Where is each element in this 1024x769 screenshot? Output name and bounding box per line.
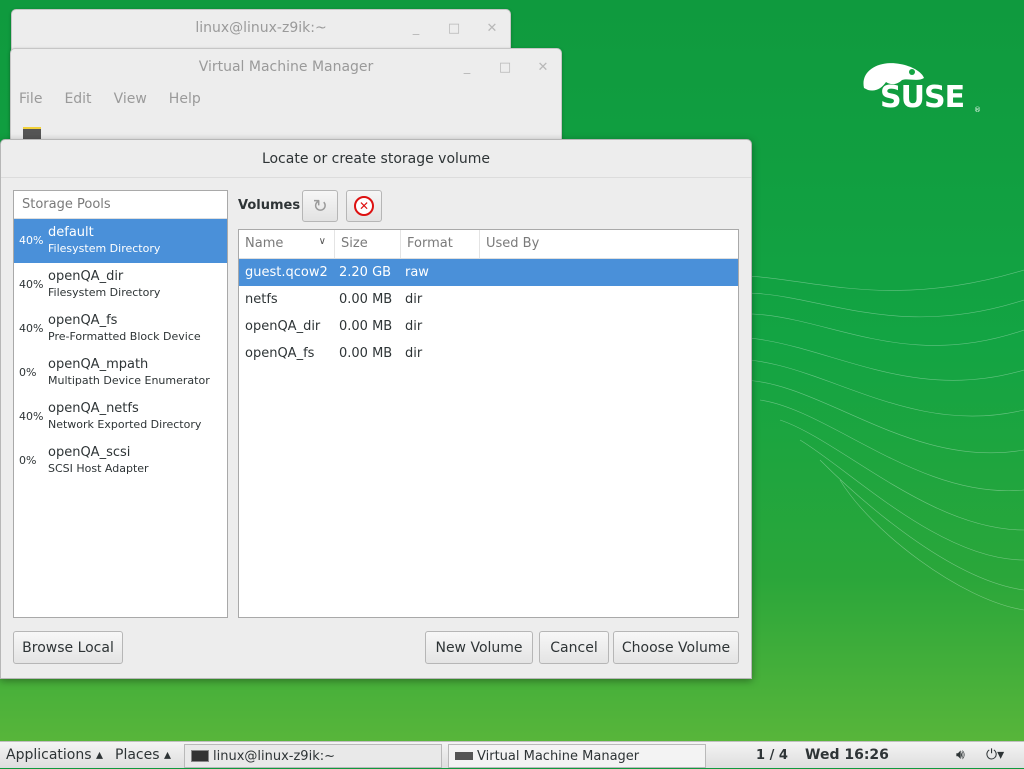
- table-row[interactable]: openQA_fs 0.00 MB dir: [239, 340, 738, 367]
- storage-pools-header: Storage Pools: [14, 191, 227, 219]
- suse-wordmark: SUSE: [880, 80, 965, 115]
- applications-menu[interactable]: Applications ▴: [6, 742, 103, 769]
- pool-type: Filesystem Directory: [48, 286, 161, 299]
- delete-icon: ✕: [354, 196, 374, 216]
- volume-format: dir: [405, 319, 423, 334]
- column-name-header[interactable]: Name ∨: [239, 230, 335, 258]
- browse-local-button[interactable]: Browse Local: [13, 631, 123, 664]
- pool-type: SCSI Host Adapter: [48, 462, 149, 475]
- column-size-label: Size: [341, 236, 368, 251]
- pool-usage: 40%: [19, 234, 44, 247]
- pool-item-default[interactable]: 40% default Filesystem Directory: [14, 219, 227, 263]
- volume-size: 2.20 GB: [339, 265, 392, 280]
- volume-name: netfs: [245, 292, 278, 307]
- volume-size: 0.00 MB: [339, 346, 393, 361]
- minimize-button[interactable]: _: [459, 60, 475, 75]
- task-label: Virtual Machine Manager: [477, 748, 640, 764]
- menu-help[interactable]: Help: [169, 91, 201, 107]
- column-size-header[interactable]: Size: [335, 230, 401, 258]
- close-button[interactable]: ✕: [535, 60, 551, 75]
- maximize-button[interactable]: □: [497, 60, 513, 75]
- volume-format: raw: [405, 265, 429, 280]
- pool-usage: 0%: [19, 366, 37, 379]
- terminal-title: linux@linux-z9ik:~: [195, 20, 327, 36]
- column-used-by-label: Used By: [486, 236, 540, 251]
- volume-name: openQA_fs: [245, 346, 315, 361]
- pool-name: openQA_scsi: [48, 445, 131, 460]
- volumes-table[interactable]: Name ∨ Size Format Used By guest.qcow2 2…: [238, 229, 739, 618]
- power-icon[interactable]: ⏻▾: [986, 742, 1004, 769]
- new-volume-button[interactable]: New Volume: [425, 631, 533, 664]
- dialog-titlebar[interactable]: Locate or create storage volume: [1, 140, 751, 178]
- clock[interactable]: Wed 16:26: [805, 742, 889, 769]
- storage-volume-dialog: Locate or create storage volume Storage …: [0, 139, 752, 679]
- maximize-button[interactable]: □: [446, 21, 462, 36]
- volume-name: guest.qcow2: [245, 265, 328, 280]
- vmm-window[interactable]: Virtual Machine Manager _ □ ✕ File Edit …: [10, 48, 562, 148]
- pool-usage: 40%: [19, 278, 44, 291]
- pool-usage: 0%: [19, 454, 37, 467]
- dialog-title: Locate or create storage volume: [261, 150, 491, 167]
- refresh-icon: ↻: [312, 195, 328, 217]
- pool-name: openQA_mpath: [48, 357, 149, 372]
- pool-item-openqa-fs[interactable]: 40% openQA_fs Pre-Formatted Block Device: [14, 307, 227, 351]
- pool-name: openQA_dir: [48, 269, 124, 284]
- volume-name: openQA_dir: [245, 319, 321, 334]
- volume-size: 0.00 MB: [339, 319, 393, 334]
- pool-usage: 40%: [19, 322, 44, 335]
- pool-type: Filesystem Directory: [48, 242, 161, 255]
- pool-item-openqa-netfs[interactable]: 40% openQA_netfs Network Exported Direct…: [14, 395, 227, 439]
- pool-name: openQA_fs: [48, 313, 118, 328]
- storage-pools-list[interactable]: Storage Pools 40% default Filesystem Dir…: [13, 190, 228, 618]
- menu-edit[interactable]: Edit: [64, 91, 91, 107]
- column-format-label: Format: [407, 236, 453, 251]
- volumes-table-header: Name ∨ Size Format Used By: [239, 230, 738, 259]
- table-row[interactable]: netfs 0.00 MB dir: [239, 286, 738, 313]
- workspace-indicator[interactable]: 1 / 4: [756, 742, 788, 769]
- virt-manager-icon: [455, 752, 473, 760]
- column-name-label: Name: [245, 236, 284, 251]
- pool-type: Multipath Device Enumerator: [48, 374, 210, 387]
- sort-descending-icon: ∨: [318, 236, 326, 247]
- vmm-title: Virtual Machine Manager: [198, 59, 374, 75]
- pool-name: default: [48, 225, 94, 240]
- pool-name: openQA_netfs: [48, 401, 139, 416]
- volume-icon[interactable]: 🔊︎: [956, 742, 965, 769]
- menu-view[interactable]: View: [114, 91, 147, 107]
- menu-file[interactable]: File: [19, 91, 42, 107]
- delete-volume-button[interactable]: ✕: [346, 190, 382, 222]
- volume-format: dir: [405, 346, 423, 361]
- column-format-header[interactable]: Format: [401, 230, 480, 258]
- pool-usage: 40%: [19, 410, 44, 423]
- registered-mark: ®: [974, 106, 981, 114]
- minimize-button[interactable]: _: [408, 21, 424, 36]
- pool-item-openqa-scsi[interactable]: 0% openQA_scsi SCSI Host Adapter: [14, 439, 227, 483]
- choose-volume-button[interactable]: Choose Volume: [613, 631, 739, 664]
- suse-logo: SUSE ®: [858, 58, 988, 120]
- volume-format: dir: [405, 292, 423, 307]
- vmm-menubar: File Edit View Help: [11, 85, 561, 113]
- column-used-by-header[interactable]: Used By: [480, 230, 738, 258]
- pool-item-openqa-mpath[interactable]: 0% openQA_mpath Multipath Device Enumera…: [14, 351, 227, 395]
- places-menu[interactable]: Places ▴: [115, 742, 171, 769]
- terminal-titlebar[interactable]: linux@linux-z9ik:~ _ □ ✕: [12, 10, 510, 46]
- taskbar-task-vmm[interactable]: Virtual Machine Manager: [448, 744, 706, 768]
- volume-size: 0.00 MB: [339, 292, 393, 307]
- pool-type: Pre-Formatted Block Device: [48, 330, 201, 343]
- taskbar-task-terminal[interactable]: linux@linux-z9ik:~: [184, 744, 442, 768]
- table-row[interactable]: openQA_dir 0.00 MB dir: [239, 313, 738, 340]
- task-label: linux@linux-z9ik:~: [213, 748, 335, 764]
- volumes-label: Volumes: [238, 198, 301, 213]
- terminal-icon: [191, 750, 209, 762]
- refresh-volumes-button[interactable]: ↻: [302, 190, 338, 222]
- table-row[interactable]: guest.qcow2 2.20 GB raw: [239, 259, 738, 286]
- pool-type: Network Exported Directory: [48, 418, 202, 431]
- pool-item-openqa-dir[interactable]: 40% openQA_dir Filesystem Directory: [14, 263, 227, 307]
- close-button[interactable]: ✕: [484, 21, 500, 36]
- vmm-titlebar[interactable]: Virtual Machine Manager _ □ ✕: [11, 49, 561, 85]
- taskbar: Applications ▴ Places ▴ linux@linux-z9ik…: [0, 741, 1024, 768]
- cancel-button[interactable]: Cancel: [539, 631, 609, 664]
